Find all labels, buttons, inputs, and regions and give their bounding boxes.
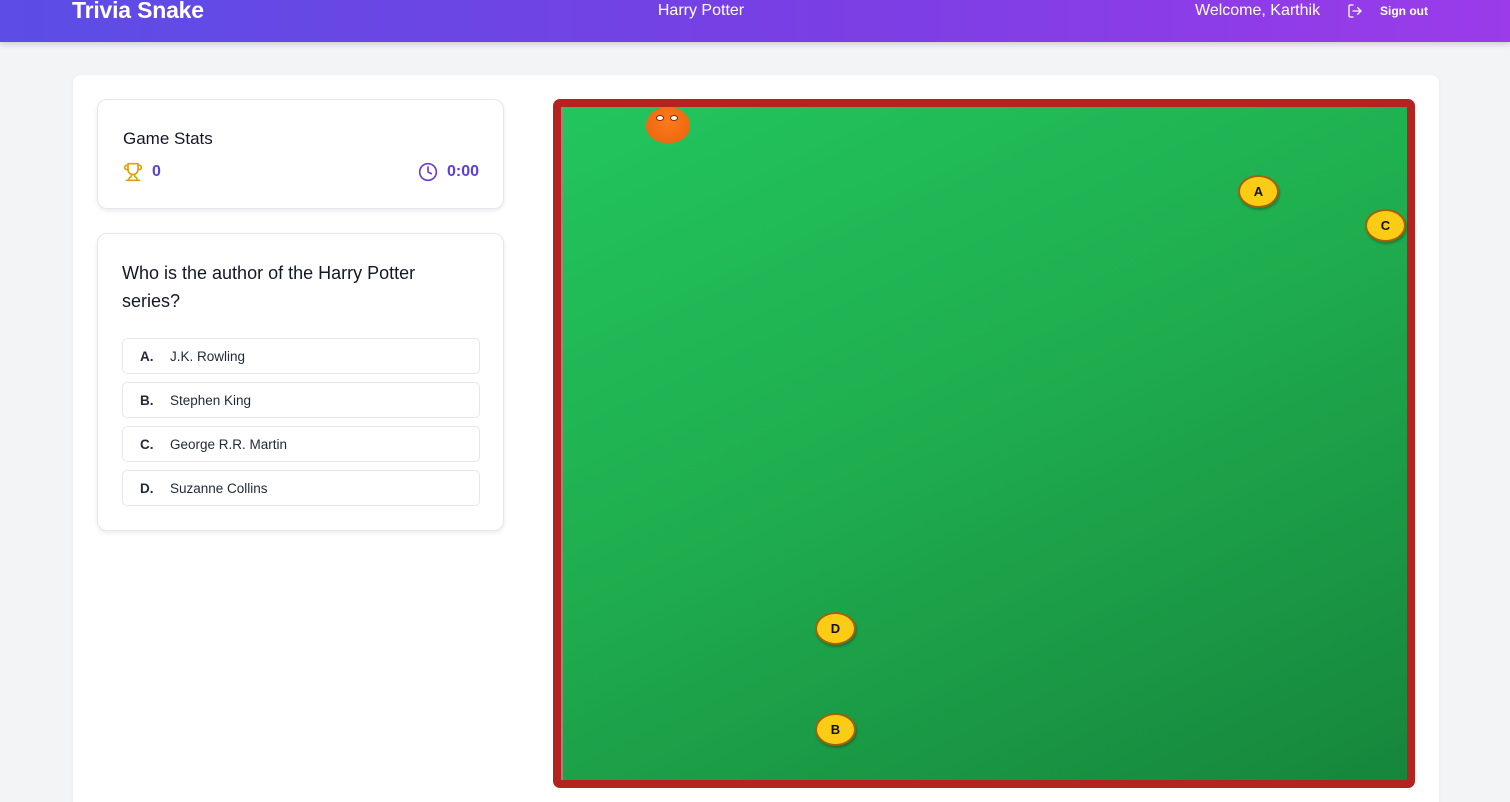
logout-icon: [1348, 4, 1362, 18]
answer-option-a[interactable]: A. J.K. Rowling: [122, 338, 480, 374]
score-value: 0: [152, 163, 161, 180]
top-navbar: Trivia Snake Harry Potter Welcome, Karth…: [0, 0, 1510, 42]
question-text: Who is the author of the Harry Potter se…: [122, 263, 416, 311]
snake-eye-left: [656, 115, 664, 121]
topic-title: Harry Potter: [657, 2, 745, 19]
sign-out-label: Sign out: [1380, 4, 1428, 18]
game-board-field[interactable]: [561, 107, 1407, 780]
option-text: Stephen King: [170, 392, 252, 408]
answer-option-b[interactable]: B. Stephen King: [122, 382, 480, 418]
welcome-text: Welcome, Karthik: [1195, 2, 1321, 19]
score-display: 0: [123, 162, 161, 182]
answer-option-c[interactable]: C. George R.R. Martin: [122, 426, 480, 462]
food-d: D: [815, 612, 856, 645]
option-letter: D.: [140, 480, 154, 496]
food-a: A: [1238, 175, 1279, 208]
answer-option-d[interactable]: D. Suzanne Collins: [122, 470, 480, 506]
game-stats-title: Game Stats: [123, 129, 213, 148]
game-board[interactable]: [553, 99, 1415, 788]
timer-display: 0:00: [418, 162, 479, 182]
option-letter: C.: [140, 436, 154, 452]
food-b: B: [815, 713, 856, 746]
game-stats-card: Game Stats 0 0:00: [97, 99, 504, 209]
food-c: C: [1365, 209, 1406, 242]
question-card: Who is the author of the Harry Potter se…: [97, 233, 504, 531]
snake-head: [646, 107, 690, 143]
option-text: J.K. Rowling: [170, 348, 246, 364]
option-text: Suzanne Collins: [170, 480, 268, 496]
option-letter: B.: [140, 392, 154, 408]
option-letter: A.: [140, 348, 154, 364]
timer-value: 0:00: [446, 163, 479, 180]
trophy-icon: [123, 162, 143, 182]
option-text: George R.R. Martin: [170, 436, 288, 452]
clock-icon: [418, 162, 438, 182]
answer-options: A. J.K. Rowling B. Stephen King C. Georg…: [122, 338, 480, 514]
snake-eye-right: [670, 115, 678, 121]
sign-out-button[interactable]: Sign out: [1347, 1, 1428, 21]
